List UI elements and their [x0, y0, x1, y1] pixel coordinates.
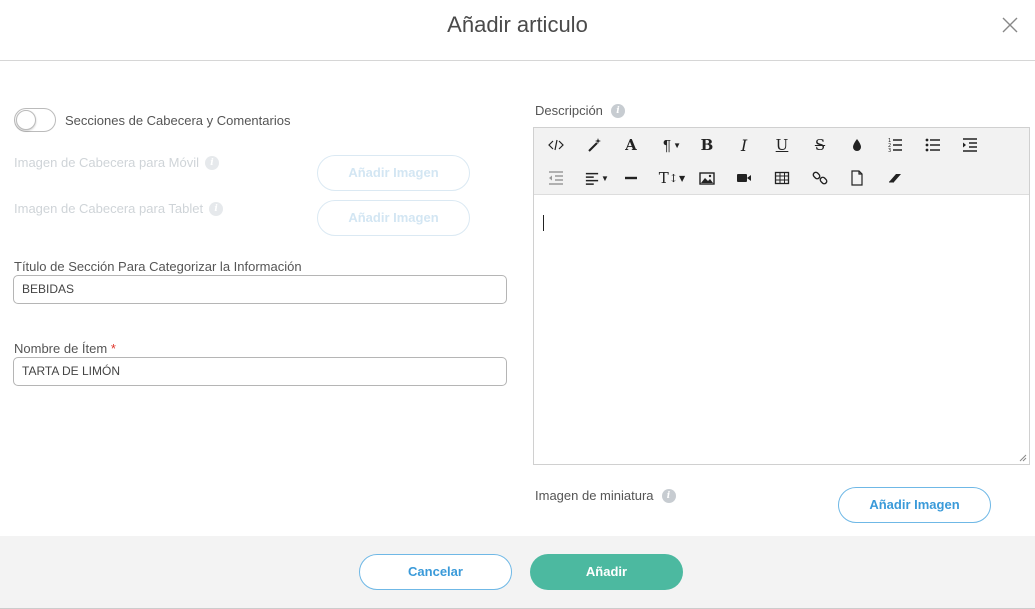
mobile-header-row: Imagen de Cabecera para Móvil i	[14, 155, 219, 170]
font-icon[interactable]: A	[616, 132, 646, 158]
mobile-header-label: Imagen de Cabecera para Móvil	[14, 155, 199, 170]
magic-wand-icon[interactable]	[579, 132, 609, 158]
description-label: Descripción	[535, 103, 603, 118]
link-icon[interactable]	[805, 165, 835, 191]
info-icon: i	[205, 155, 219, 170]
resize-handle-icon[interactable]	[1019, 454, 1027, 462]
tablet-header-label: Imagen de Cabecera para Tablet	[14, 201, 204, 216]
section-title-input[interactable]: BEBIDAS	[13, 275, 507, 304]
close-icon[interactable]	[999, 14, 1021, 36]
modal-title: Añadir articulo	[447, 12, 588, 37]
ordered-list-icon[interactable]: 123	[880, 132, 910, 158]
outdent-icon[interactable]	[541, 165, 571, 191]
horizontal-rule-icon[interactable]	[616, 165, 646, 191]
color-drop-icon[interactable]	[842, 132, 872, 158]
text-caret	[543, 215, 544, 231]
modal-footer: Cancelar Añadir	[0, 536, 1035, 609]
info-icon: i	[610, 103, 625, 118]
thumbnail-label-row: Imagen de miniatura i	[535, 488, 676, 503]
add-tablet-image-button[interactable]: Añadir Imagen	[317, 200, 470, 236]
image-icon[interactable]	[692, 165, 722, 191]
add-thumbnail-image-button[interactable]: Añadir Imagen	[838, 487, 991, 523]
add-button[interactable]: Añadir	[530, 554, 683, 590]
editor-content-area[interactable]	[534, 195, 1029, 464]
section-title-label: Título de Sección Para Categorizar la In…	[14, 259, 302, 274]
required-marker: *	[110, 341, 116, 356]
italic-icon[interactable]: I	[729, 132, 759, 158]
align-icon[interactable]: ▼	[579, 165, 615, 191]
item-name-label-row: Nombre de Ítem *	[14, 341, 116, 356]
info-icon: i	[661, 488, 676, 503]
info-icon: i	[209, 201, 224, 216]
description-label-row: Descripción i	[535, 103, 625, 118]
font-size-icon[interactable]: T ↕ ▼	[654, 165, 690, 191]
header-sections-toggle[interactable]	[14, 108, 56, 132]
toggle-label: Secciones de Cabecera y Comentarios	[65, 112, 291, 128]
item-name-input[interactable]: TARTA DE LIMÓN	[13, 357, 507, 386]
underline-icon[interactable]: U	[767, 132, 797, 158]
strikethrough-icon[interactable]: S	[805, 132, 835, 158]
file-icon[interactable]	[842, 165, 872, 191]
cancel-button[interactable]: Cancelar	[359, 554, 512, 590]
video-icon[interactable]	[729, 165, 759, 191]
editor-toolbar: A ¶ ▼ B I U S 123 ▼ T ↕ ▼	[534, 128, 1029, 195]
item-name-label: Nombre de Ítem	[14, 341, 108, 356]
indent-icon[interactable]	[955, 132, 985, 158]
toggle-knob	[16, 110, 36, 130]
paragraph-icon[interactable]: ¶ ▼	[654, 132, 690, 158]
unordered-list-icon[interactable]	[918, 132, 948, 158]
add-mobile-image-button[interactable]: Añadir Imagen	[317, 155, 470, 191]
svg-text:3: 3	[888, 148, 891, 153]
bold-icon[interactable]: B	[692, 132, 722, 158]
modal-header: Añadir articulo	[0, 0, 1035, 61]
tablet-header-row: Imagen de Cabecera para Tablet i	[14, 201, 224, 216]
thumbnail-label: Imagen de miniatura	[535, 488, 654, 503]
header-sections-toggle-row: Secciones de Cabecera y Comentarios	[14, 108, 290, 132]
code-view-icon[interactable]	[541, 132, 571, 158]
table-icon[interactable]	[767, 165, 797, 191]
rich-text-editor: A ¶ ▼ B I U S 123 ▼ T ↕ ▼	[533, 127, 1030, 465]
eraser-icon[interactable]	[880, 165, 910, 191]
